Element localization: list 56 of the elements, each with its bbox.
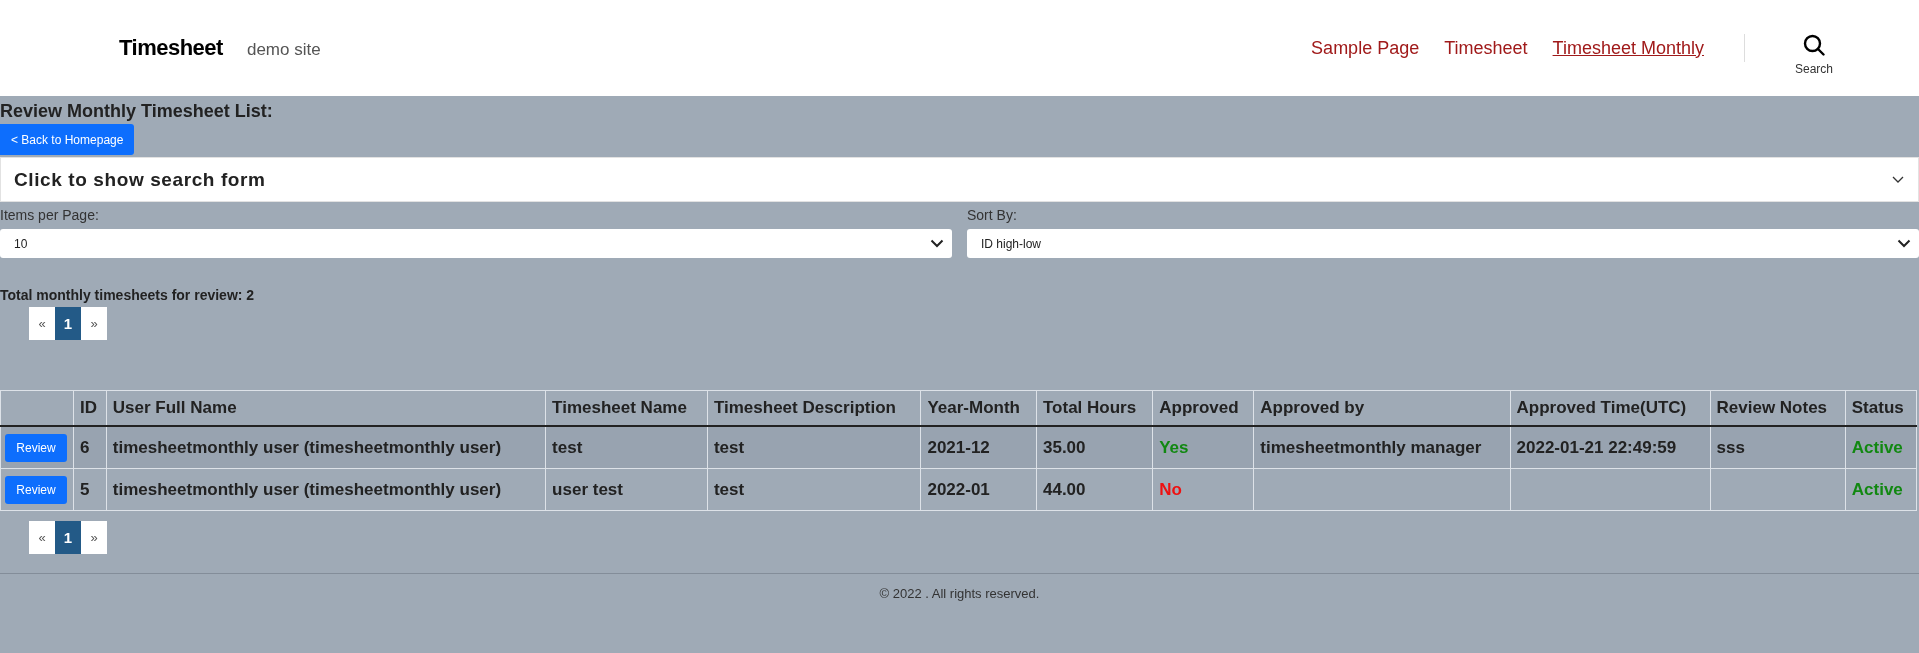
items-per-page-select[interactable]: 10 (0, 229, 952, 258)
chevron-icon (930, 239, 944, 248)
sort-by-label: Sort By: (967, 206, 1018, 224)
table-cell: Yes (1152, 426, 1254, 469)
site-tagline: demo site (246, 40, 321, 60)
page-link[interactable]: 1 (55, 521, 81, 554)
table-cell: No (1152, 468, 1254, 511)
column-header: User Full Name (106, 390, 546, 426)
table-cell: 44.00 (1036, 468, 1153, 511)
sort-by-select[interactable]: ID high-low (967, 229, 1919, 258)
back-button[interactable]: < Back to Homepage (0, 124, 135, 155)
items-per-page-label: Items per Page: (0, 206, 100, 224)
previous-page-link[interactable]: « (29, 307, 55, 340)
column-header: Timesheet Description (707, 390, 921, 426)
table-cell: 2022-01 (920, 468, 1037, 511)
column-header: Status (1845, 390, 1917, 426)
table-cell: Active (1845, 468, 1917, 511)
table-cell: 5 (73, 468, 107, 511)
search-form-toggle[interactable]: Click to show search form (0, 157, 1919, 202)
next-page-link[interactable]: » (81, 307, 107, 340)
column-header: Total Hours (1036, 390, 1153, 426)
column-header: Timesheet Name (545, 390, 708, 426)
column-header: Approved Time(UTC) (1510, 390, 1711, 426)
review-button[interactable]: Review (5, 433, 67, 462)
previous-page-link[interactable]: « (29, 521, 55, 554)
table-cell: 35.00 (1036, 426, 1153, 469)
table-cell: user test (545, 468, 708, 511)
page-title: Review Monthly Timesheet List: (0, 100, 274, 122)
page-link[interactable]: 1 (55, 307, 81, 340)
review-button[interactable]: Review (5, 475, 67, 504)
next-page-link[interactable]: » (81, 521, 107, 554)
site-title[interactable]: Timesheet (119, 35, 223, 61)
copyright-text: © 2022 . All rights reserved. (879, 586, 1040, 601)
nav-link[interactable]: Sample Page (1311, 37, 1420, 59)
table-cell: sss (1710, 426, 1846, 469)
table-cell: 2022-01-21 22:49:59 (1510, 426, 1711, 469)
chevron-icon (1892, 175, 1904, 184)
search-label[interactable]: Search (1794, 62, 1833, 76)
chevron-icon (1897, 239, 1911, 248)
total-count: Total monthly timesheets for review: 2 (0, 287, 256, 303)
nav-link[interactable]: Timesheet (1444, 37, 1528, 59)
table-cell: test (545, 426, 708, 469)
table-cell: timesheetmonthly user (timesheetmonthly user) (106, 426, 546, 469)
column-header: Year-Month (920, 390, 1037, 426)
search-icon[interactable] (1803, 34, 1825, 56)
column-header: Approved (1152, 390, 1254, 426)
table-cell: 2021-12 (920, 426, 1037, 469)
table-cell: test (707, 468, 921, 511)
table-cell: timesheetmonthly user (timesheetmonthly user) (106, 468, 546, 511)
column-header: Review Notes (1710, 390, 1846, 426)
table-cell: timesheetmonthly manager (1253, 426, 1511, 469)
column-header: ID (73, 390, 107, 426)
column-header: Approved by (1253, 390, 1511, 426)
nav-link[interactable]: Timesheet Monthly (1552, 37, 1704, 59)
table-cell: Active (1845, 426, 1917, 469)
table-cell: test (707, 426, 921, 469)
